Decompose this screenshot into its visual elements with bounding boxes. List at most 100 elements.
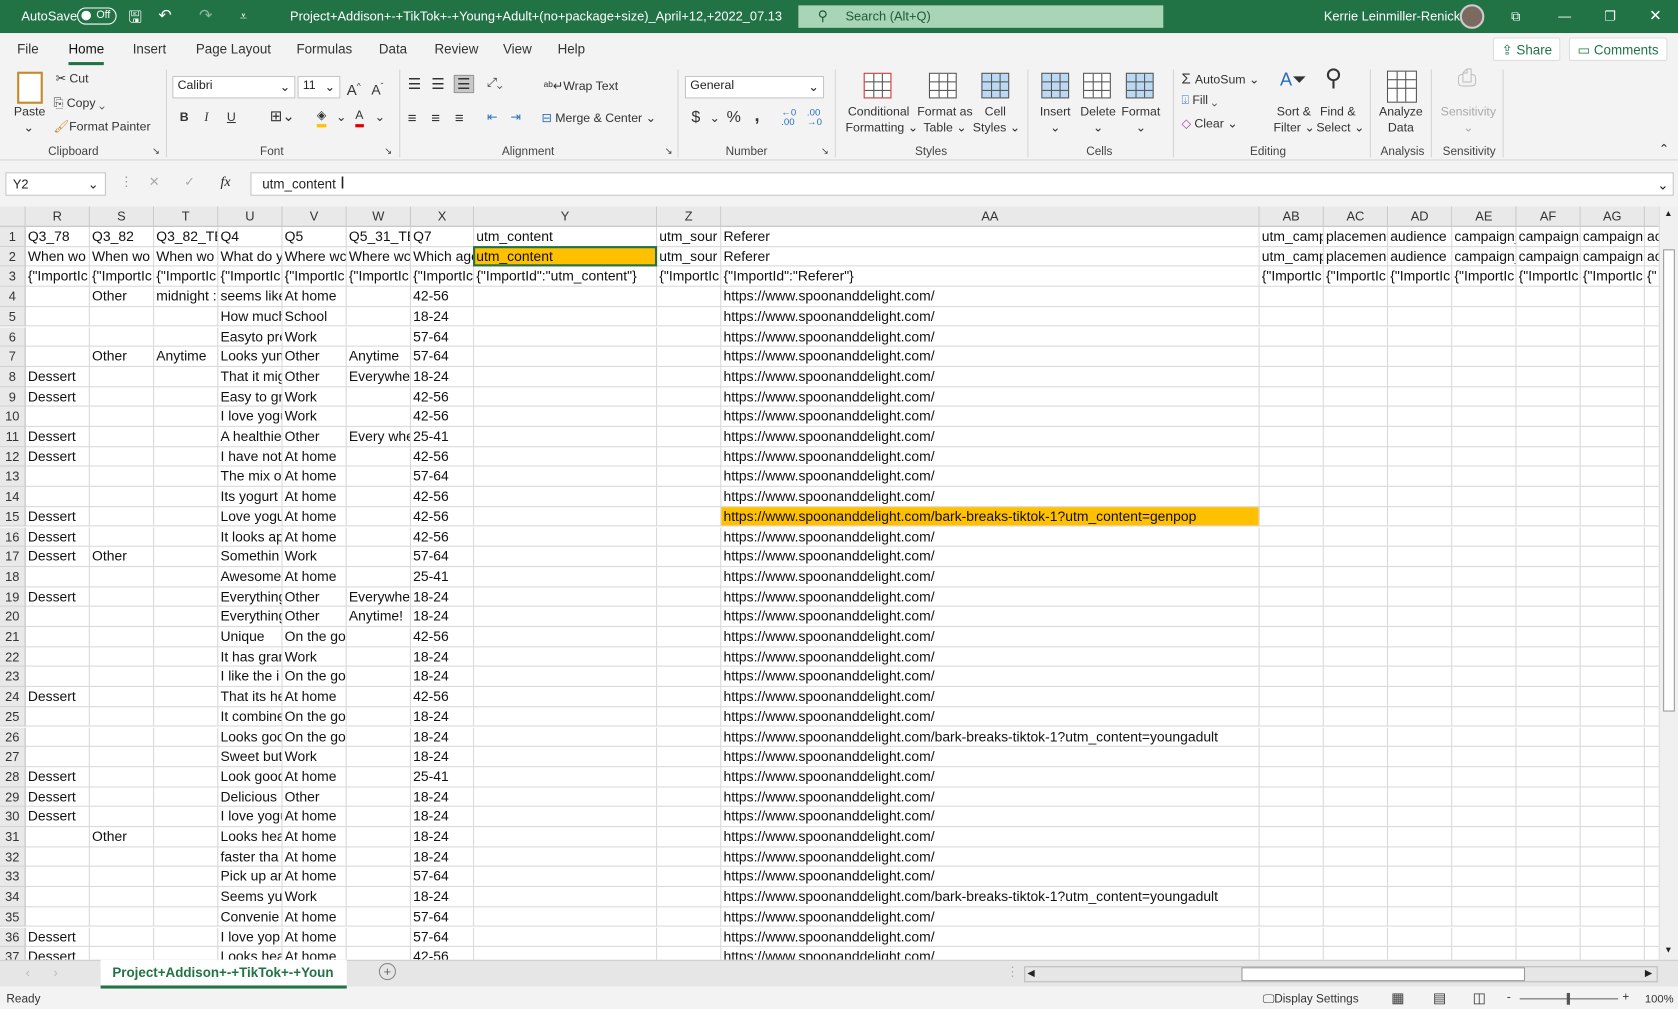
cell[interactable]: At home	[282, 847, 347, 868]
format-as-table-icon[interactable]	[928, 72, 957, 99]
cell[interactable]	[154, 627, 219, 648]
cell[interactable]: campaign.	[1580, 226, 1645, 247]
close-icon[interactable]: ✕	[1649, 6, 1662, 24]
cell[interactable]: https://www.spoonanddelight.com/	[721, 747, 1260, 768]
cell[interactable]	[154, 687, 219, 708]
restore-icon[interactable]: ❐	[1604, 9, 1616, 24]
cell[interactable]	[89, 386, 155, 407]
cell[interactable]: https://www.spoonanddelight.com/	[721, 767, 1260, 788]
cell[interactable]: Dessert	[25, 426, 90, 447]
cell[interactable]	[1580, 526, 1645, 547]
row-header[interactable]: 10	[0, 406, 26, 427]
cell[interactable]: What do y	[218, 246, 283, 267]
insert-cells-button[interactable]: Insert ⌄	[1038, 105, 1072, 137]
cell[interactable]: Look good	[218, 767, 283, 788]
cell[interactable]	[1452, 927, 1517, 948]
cell[interactable]	[474, 687, 658, 708]
cell[interactable]: {"ImportId":"Referer"}	[721, 266, 1260, 287]
cell[interactable]	[474, 787, 658, 808]
cell[interactable]: Somethin	[218, 546, 283, 567]
cell[interactable]	[154, 867, 219, 888]
cell[interactable]: {"ImportIc	[657, 266, 722, 287]
vertical-scroll-thumb[interactable]	[1663, 249, 1675, 712]
cell[interactable]	[1516, 667, 1581, 688]
cell[interactable]	[657, 947, 722, 960]
column-header[interactable]: S	[89, 206, 155, 227]
wrap-text-button[interactable]: ᵃᵇ↵Wrap Text	[544, 79, 619, 95]
cell[interactable]	[1644, 347, 1659, 367]
row-header[interactable]: 30	[0, 807, 26, 828]
cell[interactable]	[1388, 546, 1453, 567]
cell[interactable]	[1452, 667, 1517, 688]
column-header[interactable]	[1644, 206, 1659, 227]
cell[interactable]	[1259, 847, 1324, 868]
cell[interactable]: https://www.spoonanddelight.com/	[721, 867, 1260, 888]
cell[interactable]	[1388, 767, 1453, 788]
row-header[interactable]: 9	[0, 386, 26, 407]
cell[interactable]	[154, 707, 219, 728]
cell[interactable]	[1259, 607, 1324, 628]
cell[interactable]	[1644, 547, 1659, 567]
cell[interactable]: https://www.spoonanddelight.com/	[721, 346, 1260, 367]
cell[interactable]	[474, 947, 658, 960]
row-header[interactable]: 26	[0, 727, 26, 748]
tab-view[interactable]: View	[503, 42, 532, 57]
cell[interactable]	[346, 406, 411, 427]
number-format-select[interactable]: General ⌄	[684, 75, 825, 99]
tab-page-layout[interactable]: Page Layout	[196, 42, 271, 57]
cell[interactable]	[1259, 807, 1324, 828]
cell[interactable]: https://www.spoonanddelight.com/	[721, 847, 1260, 868]
align-right-icon[interactable]: ≡	[455, 110, 464, 126]
cell[interactable]: campaign.	[1516, 246, 1581, 267]
cell[interactable]: It looks ap	[218, 526, 283, 547]
tab-data[interactable]: Data	[379, 42, 407, 57]
cell[interactable]	[657, 887, 722, 908]
cell[interactable]: https://www.spoonanddelight.com/	[721, 647, 1260, 668]
cell[interactable]	[1388, 486, 1453, 507]
cell[interactable]	[474, 747, 658, 768]
font-color-icon[interactable]: A	[355, 108, 364, 128]
cell[interactable]	[657, 406, 722, 427]
cell[interactable]	[1259, 386, 1324, 407]
file-name[interactable]: Project+Addison+-+TikTok+-+Young+Adult+(…	[290, 9, 782, 24]
cell[interactable]: Q7	[410, 226, 475, 247]
row-header[interactable]: 24	[0, 687, 26, 708]
cell[interactable]	[89, 867, 155, 888]
cell[interactable]	[657, 446, 722, 467]
cell[interactable]	[1388, 326, 1453, 347]
cell[interactable]	[474, 366, 658, 387]
comments-button[interactable]: ▭ Comments	[1568, 37, 1668, 61]
cell[interactable]: It combine	[218, 707, 283, 728]
cell[interactable]	[657, 586, 722, 607]
cell[interactable]	[1580, 847, 1645, 868]
cell[interactable]	[346, 727, 411, 748]
cell[interactable]: seems like	[218, 286, 283, 307]
cell[interactable]	[1580, 807, 1645, 828]
cell[interactable]	[25, 607, 90, 628]
cell[interactable]: Q5	[282, 226, 347, 247]
cell[interactable]: {"ImportIc	[89, 266, 155, 287]
row-header[interactable]: 31	[0, 827, 26, 848]
cell[interactable]: Looks hea	[218, 827, 283, 848]
font-name-select[interactable]: Calibri ⌄	[172, 75, 296, 99]
cell[interactable]: Other	[282, 346, 347, 367]
cell[interactable]: 57-64	[410, 326, 475, 347]
cell[interactable]: How much	[218, 306, 283, 327]
cell[interactable]	[1452, 586, 1517, 607]
cell[interactable]	[25, 406, 90, 427]
cell[interactable]: Other	[282, 366, 347, 387]
autosum-button[interactable]: Σ AutoSum ⌄	[1182, 70, 1260, 89]
column-header[interactable]: V	[282, 206, 347, 227]
cell[interactable]	[25, 346, 90, 367]
row-header[interactable]: 29	[0, 787, 26, 808]
cell[interactable]: Everything	[218, 586, 283, 607]
cell[interactable]	[346, 546, 411, 567]
row-header[interactable]: 2	[0, 246, 26, 267]
cell[interactable]	[1259, 827, 1324, 848]
cell[interactable]	[1644, 807, 1659, 828]
cell[interactable]	[657, 687, 722, 708]
delete-cells-button[interactable]: Delete ⌄	[1079, 105, 1118, 137]
cell[interactable]: 18-24	[410, 366, 475, 387]
cell[interactable]	[346, 286, 411, 307]
cell[interactable]	[1516, 647, 1581, 668]
